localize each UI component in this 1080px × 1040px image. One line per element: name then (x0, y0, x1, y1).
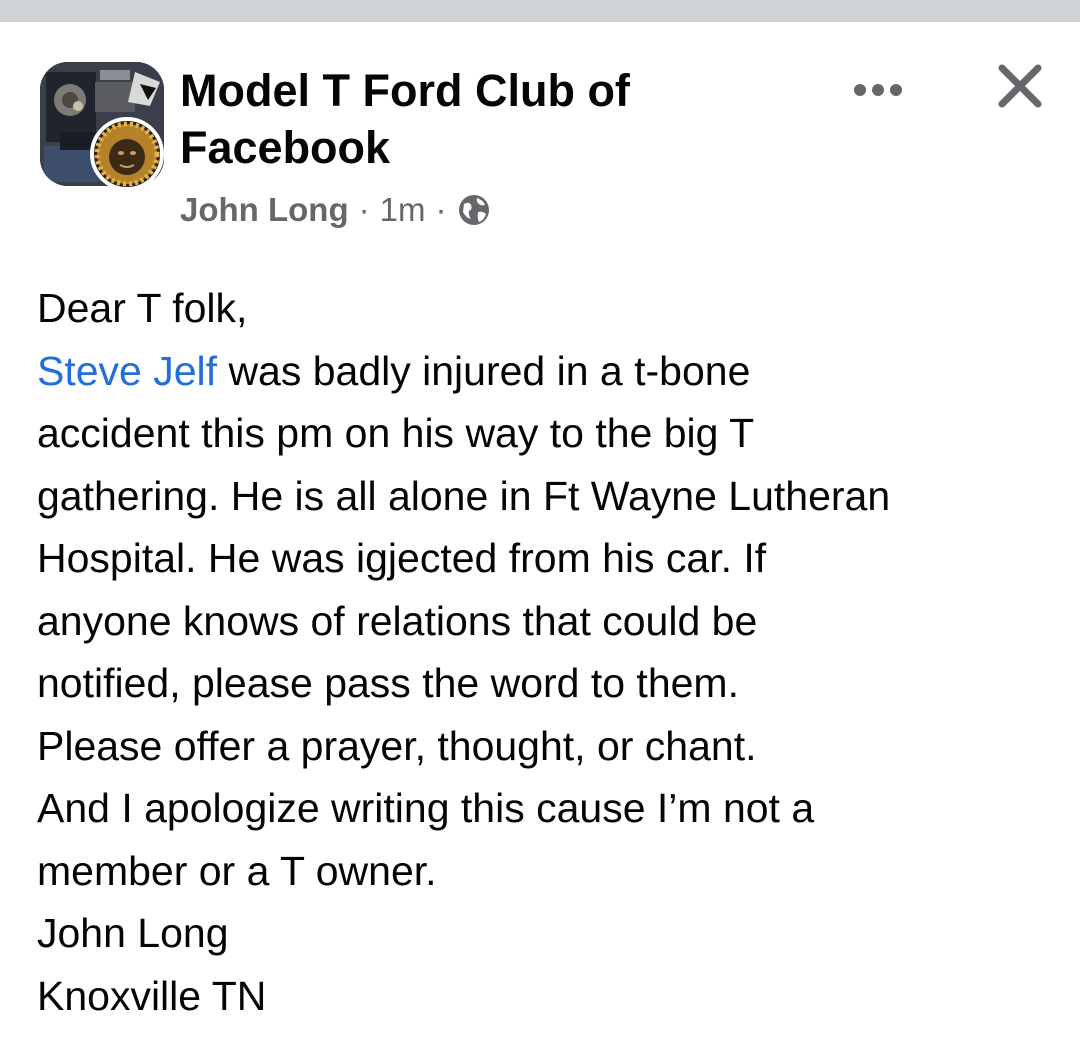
signature-location: Knoxville TN (37, 972, 267, 1019)
signature-name: John Long (37, 910, 229, 956)
post-meta: John Long · 1m · (180, 190, 700, 230)
avatar-group[interactable] (40, 62, 166, 191)
body-line: Hospital. He was igjected from his car. … (37, 535, 767, 581)
more-options-icon (848, 82, 908, 103)
group-name-line-2[interactable]: Facebook (180, 119, 700, 176)
body-line: member or a T owner. (37, 847, 437, 894)
group-name[interactable]: Model T Ford Club of Facebook (180, 62, 700, 176)
post-body: Dear T folk, Steve Jelf was badly injure… (37, 277, 1047, 1027)
post-header: Model T Ford Club of Facebook John Long … (180, 62, 700, 230)
post-time[interactable]: 1m (380, 190, 426, 230)
body-line: notified, please pass the word to them. (37, 660, 739, 706)
globe-icon (456, 192, 492, 228)
body-line: gathering. He is all alone in Ft Wayne L… (37, 472, 891, 519)
status-strip (0, 0, 1080, 22)
close-button[interactable] (988, 56, 1052, 120)
body-line: Please offer a prayer, thought, or chant… (37, 722, 757, 769)
body-line: Steve Jelf was badly injured in a t-bone (37, 340, 1047, 403)
author-avatar[interactable] (90, 117, 164, 191)
meta-separator: · (435, 191, 447, 228)
body-line: anyone knows of relations that could be (37, 597, 758, 644)
group-name-line-1[interactable]: Model T Ford Club of (180, 62, 700, 119)
meta-separator: · (358, 191, 370, 228)
mention-link[interactable]: Steve Jelf (37, 348, 217, 394)
body-line: And I apologize writing this cause I’m n… (37, 785, 815, 831)
close-icon (996, 62, 1044, 115)
more-options-button[interactable] (838, 74, 918, 110)
author-name[interactable]: John Long (180, 190, 349, 230)
body-line: accident this pm on his way to the big T (37, 410, 755, 456)
body-text-span: was badly injured in a t-bone (217, 347, 751, 394)
post-card: Model T Ford Club of Facebook John Long … (0, 22, 1080, 1040)
body-line: Dear T folk, (37, 285, 248, 331)
